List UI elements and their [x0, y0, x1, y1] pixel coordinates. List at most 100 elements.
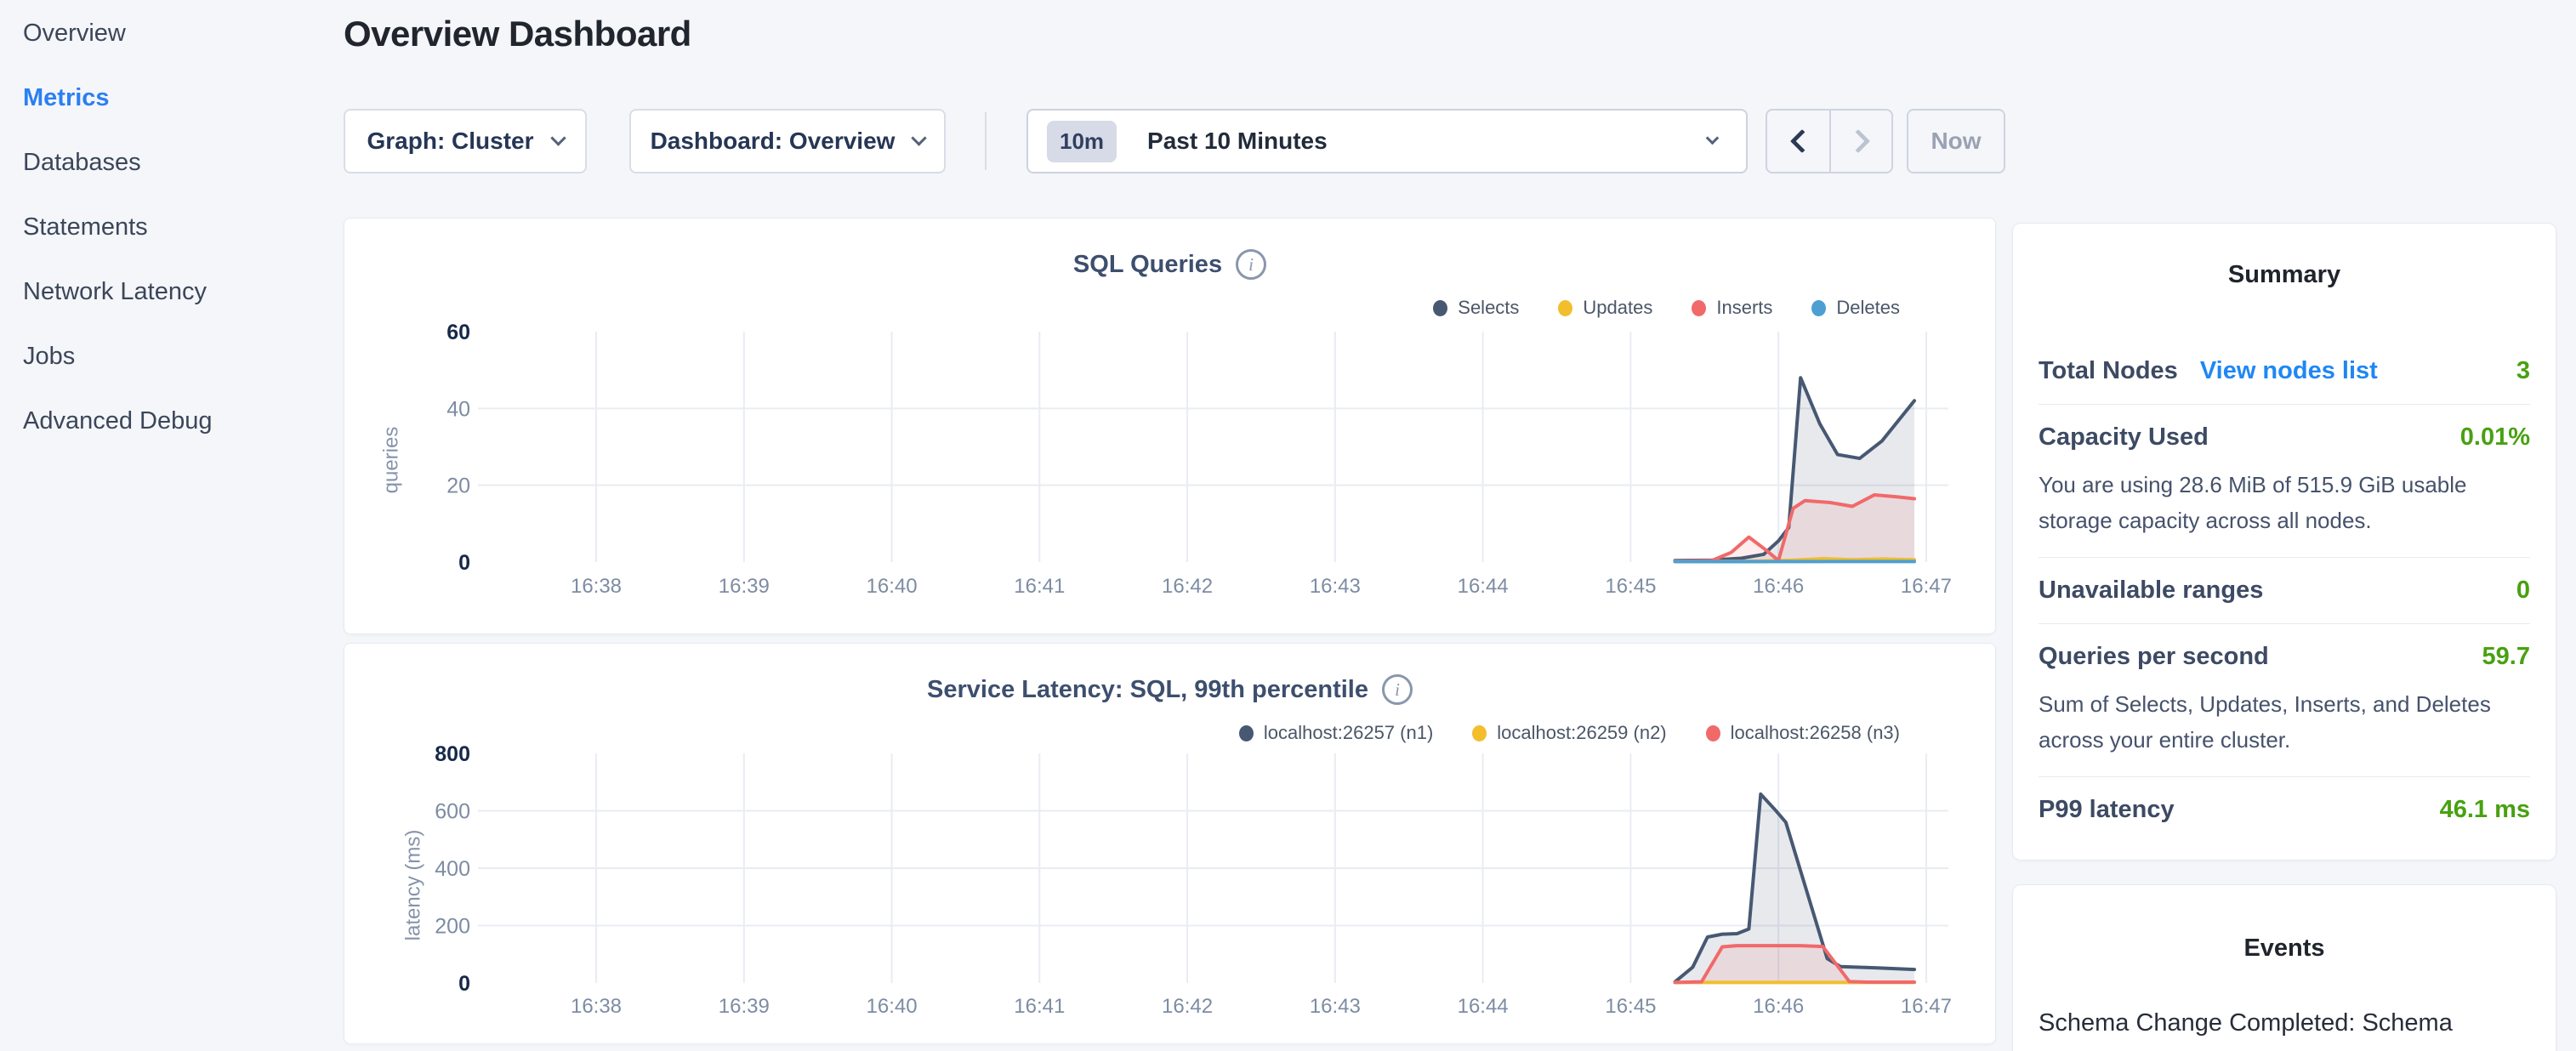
svg-text:16:47: 16:47 [1901, 575, 1952, 598]
chart-title-row: Service Latency: SQL, 99th percentile i [344, 674, 1995, 705]
svg-text:16:38: 16:38 [571, 575, 622, 598]
graph-scope-dropdown-label: Graph: Cluster [367, 128, 533, 155]
summary-row-subtext: Sum of Selects, Updates, Inserts, and De… [2039, 686, 2530, 758]
legend-item: Deletes [1811, 297, 1900, 319]
summary-row-value: 3 [2516, 357, 2530, 385]
toolbar-divider [985, 112, 987, 170]
info-icon[interactable]: i [1382, 674, 1413, 705]
summary-heading: Summary [2039, 261, 2530, 289]
dashboard-dropdown[interactable]: Dashboard: Overview [629, 109, 946, 173]
view-nodes-list-link[interactable]: View nodes list [2200, 357, 2378, 385]
summary-row-label: Capacity Used [2039, 423, 2209, 452]
events-panel: Events Schema Change Completed: Schema c… [2012, 884, 2556, 1051]
svg-text:16:41: 16:41 [1014, 575, 1065, 598]
summary-row-capacity-used: Capacity Used 0.01% You are using 28.6 M… [2039, 405, 2530, 557]
time-step-button-group [1766, 109, 1893, 173]
summary-row-value: 0.01% [2460, 423, 2530, 452]
service-latency-chart-card: 16:38 16:39 16:40 16:41 16:42 16:43 16:44 16:45… [344, 643, 1996, 1044]
chart-title: SQL Queries [1073, 251, 1222, 279]
legend-dot-icon [1706, 725, 1720, 741]
summary-panel: Summary Total Nodes View nodes list 3 Ca… [2012, 223, 2556, 861]
svg-text:16:38: 16:38 [571, 995, 622, 1018]
chart-legend: Selects Updates Inserts Deletes [1433, 297, 1900, 319]
summary-row-unavailable-ranges: Unavailable ranges 0 [2039, 558, 2530, 623]
legend-dot-icon [1472, 725, 1487, 741]
svg-text:16:43: 16:43 [1310, 995, 1361, 1018]
legend-item: localhost:26258 (n3) [1706, 722, 1900, 744]
sidebar-item-jobs[interactable]: Jobs [23, 342, 329, 372]
summary-row-value: 59.7 [2482, 643, 2530, 671]
info-icon[interactable]: i [1236, 249, 1266, 280]
summary-row-label: Unavailable ranges [2039, 577, 2263, 605]
svg-text:40: 40 [446, 397, 470, 421]
sidebar-item-metrics[interactable]: Metrics [23, 83, 329, 113]
svg-text:0: 0 [458, 972, 470, 996]
summary-row-queries-per-second: Queries per second 59.7 Sum of Selects, … [2039, 624, 2530, 776]
svg-text:600: 600 [435, 800, 470, 824]
legend-item: Updates [1558, 297, 1652, 319]
chart-title-row: SQL Queries i [344, 249, 1995, 280]
graph-scope-dropdown[interactable]: Graph: Cluster [344, 109, 587, 173]
summary-row-label: Queries per second [2039, 643, 2269, 671]
legend-dot-icon [1239, 725, 1254, 741]
time-range-picker[interactable]: 10m Past 10 Minutes [1026, 109, 1748, 173]
time-step-forward-button[interactable] [1829, 111, 1891, 172]
page-title: Overview Dashboard [344, 14, 691, 54]
chevron-left-icon [1789, 129, 1813, 153]
legend-item: Inserts [1692, 297, 1772, 319]
sidebar-item-advanced-debug[interactable]: Advanced Debug [23, 406, 329, 436]
svg-text:16:44: 16:44 [1458, 995, 1509, 1018]
time-step-back-button[interactable] [1767, 111, 1829, 172]
chevron-right-icon [1845, 129, 1869, 153]
time-range-badge: 10m [1047, 121, 1117, 162]
sql-queries-chart-card: 16:38 16:39 16:40 16:41 16:42 16:43 16:44 16:45… [344, 218, 1996, 634]
now-button[interactable]: Now [1907, 109, 2005, 173]
summary-row-p99-latency: P99 latency 46.1 ms [2039, 777, 2530, 843]
page: Overview Metrics Databases Statements Ne… [0, 0, 2576, 1051]
legend-label: localhost:26259 (n2) [1497, 722, 1666, 744]
sql-queries-plot[interactable]: 16:38 16:39 16:40 16:41 16:42 16:43 16:44 16:45… [344, 219, 1997, 639]
chevron-down-icon [1706, 131, 1720, 145]
sidebar-item-network-latency[interactable]: Network Latency [23, 277, 329, 307]
event-text: Schema Change Completed: Schema change w… [2039, 1003, 2520, 1051]
time-range-label: Past 10 Minutes [1147, 128, 1328, 155]
summary-row-total-nodes: Total Nodes View nodes list 3 [2039, 338, 2530, 404]
svg-text:16:39: 16:39 [719, 995, 770, 1018]
legend-dot-icon [1692, 300, 1706, 316]
legend-item: localhost:26257 (n1) [1239, 722, 1433, 744]
legend-dot-icon [1433, 300, 1447, 316]
svg-text:16:39: 16:39 [719, 575, 770, 598]
legend-label: Updates [1583, 297, 1652, 319]
svg-text:16:41: 16:41 [1014, 995, 1065, 1018]
svg-text:16:46: 16:46 [1753, 575, 1804, 598]
svg-text:16:47: 16:47 [1901, 995, 1952, 1018]
svg-text:400: 400 [435, 857, 470, 881]
svg-text:800: 800 [435, 742, 470, 766]
svg-text:16:42: 16:42 [1162, 575, 1213, 598]
summary-row-subtext: You are using 28.6 MiB of 515.9 GiB usab… [2039, 467, 2530, 538]
legend-label: localhost:26257 (n1) [1264, 722, 1433, 744]
dashboard-dropdown-label: Dashboard: Overview [651, 128, 896, 155]
sidebar: Overview Metrics Databases Statements Ne… [23, 19, 329, 471]
legend-label: Deletes [1836, 297, 1900, 319]
svg-text:60: 60 [446, 321, 470, 344]
svg-text:16:45: 16:45 [1605, 575, 1656, 598]
sidebar-item-databases[interactable]: Databases [23, 148, 329, 178]
chevron-down-icon [912, 130, 927, 145]
legend-item: Selects [1433, 297, 1519, 319]
svg-text:16:42: 16:42 [1162, 995, 1213, 1018]
svg-text:16:43: 16:43 [1310, 575, 1361, 598]
summary-row-value: 46.1 ms [2440, 796, 2530, 824]
sidebar-item-statements[interactable]: Statements [23, 213, 329, 242]
chevron-down-icon [550, 130, 566, 145]
legend-item: localhost:26259 (n2) [1472, 722, 1666, 744]
svg-text:16:40: 16:40 [867, 995, 918, 1018]
svg-text:16:44: 16:44 [1458, 575, 1509, 598]
summary-row-label: P99 latency [2039, 796, 2175, 824]
legend-dot-icon [1558, 300, 1572, 316]
svg-text:16:45: 16:45 [1605, 995, 1656, 1018]
svg-text:16:40: 16:40 [867, 575, 918, 598]
sidebar-item-overview[interactable]: Overview [23, 19, 329, 48]
y-axis-label: latency (ms) [401, 830, 425, 941]
chart-legend: localhost:26257 (n1) localhost:26259 (n2)… [1239, 722, 1900, 744]
